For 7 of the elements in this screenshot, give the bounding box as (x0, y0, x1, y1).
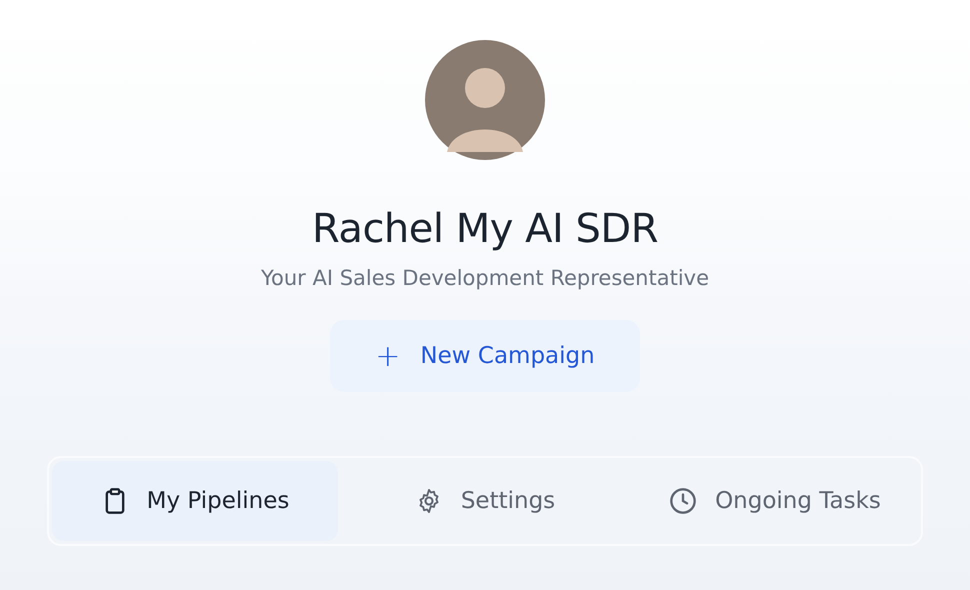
profile-name: Rachel My AI SDR (312, 206, 658, 252)
clock-icon (669, 487, 698, 515)
profile-subtitle: Your AI Sales Development Representative (260, 266, 710, 290)
new-campaign-button[interactable]: + New Campaign (330, 320, 640, 392)
tab[interactable]: Settings (342, 461, 628, 541)
tab[interactable]: My Pipelines (52, 461, 338, 541)
tab[interactable]: Ongoing Tasks (632, 461, 918, 541)
